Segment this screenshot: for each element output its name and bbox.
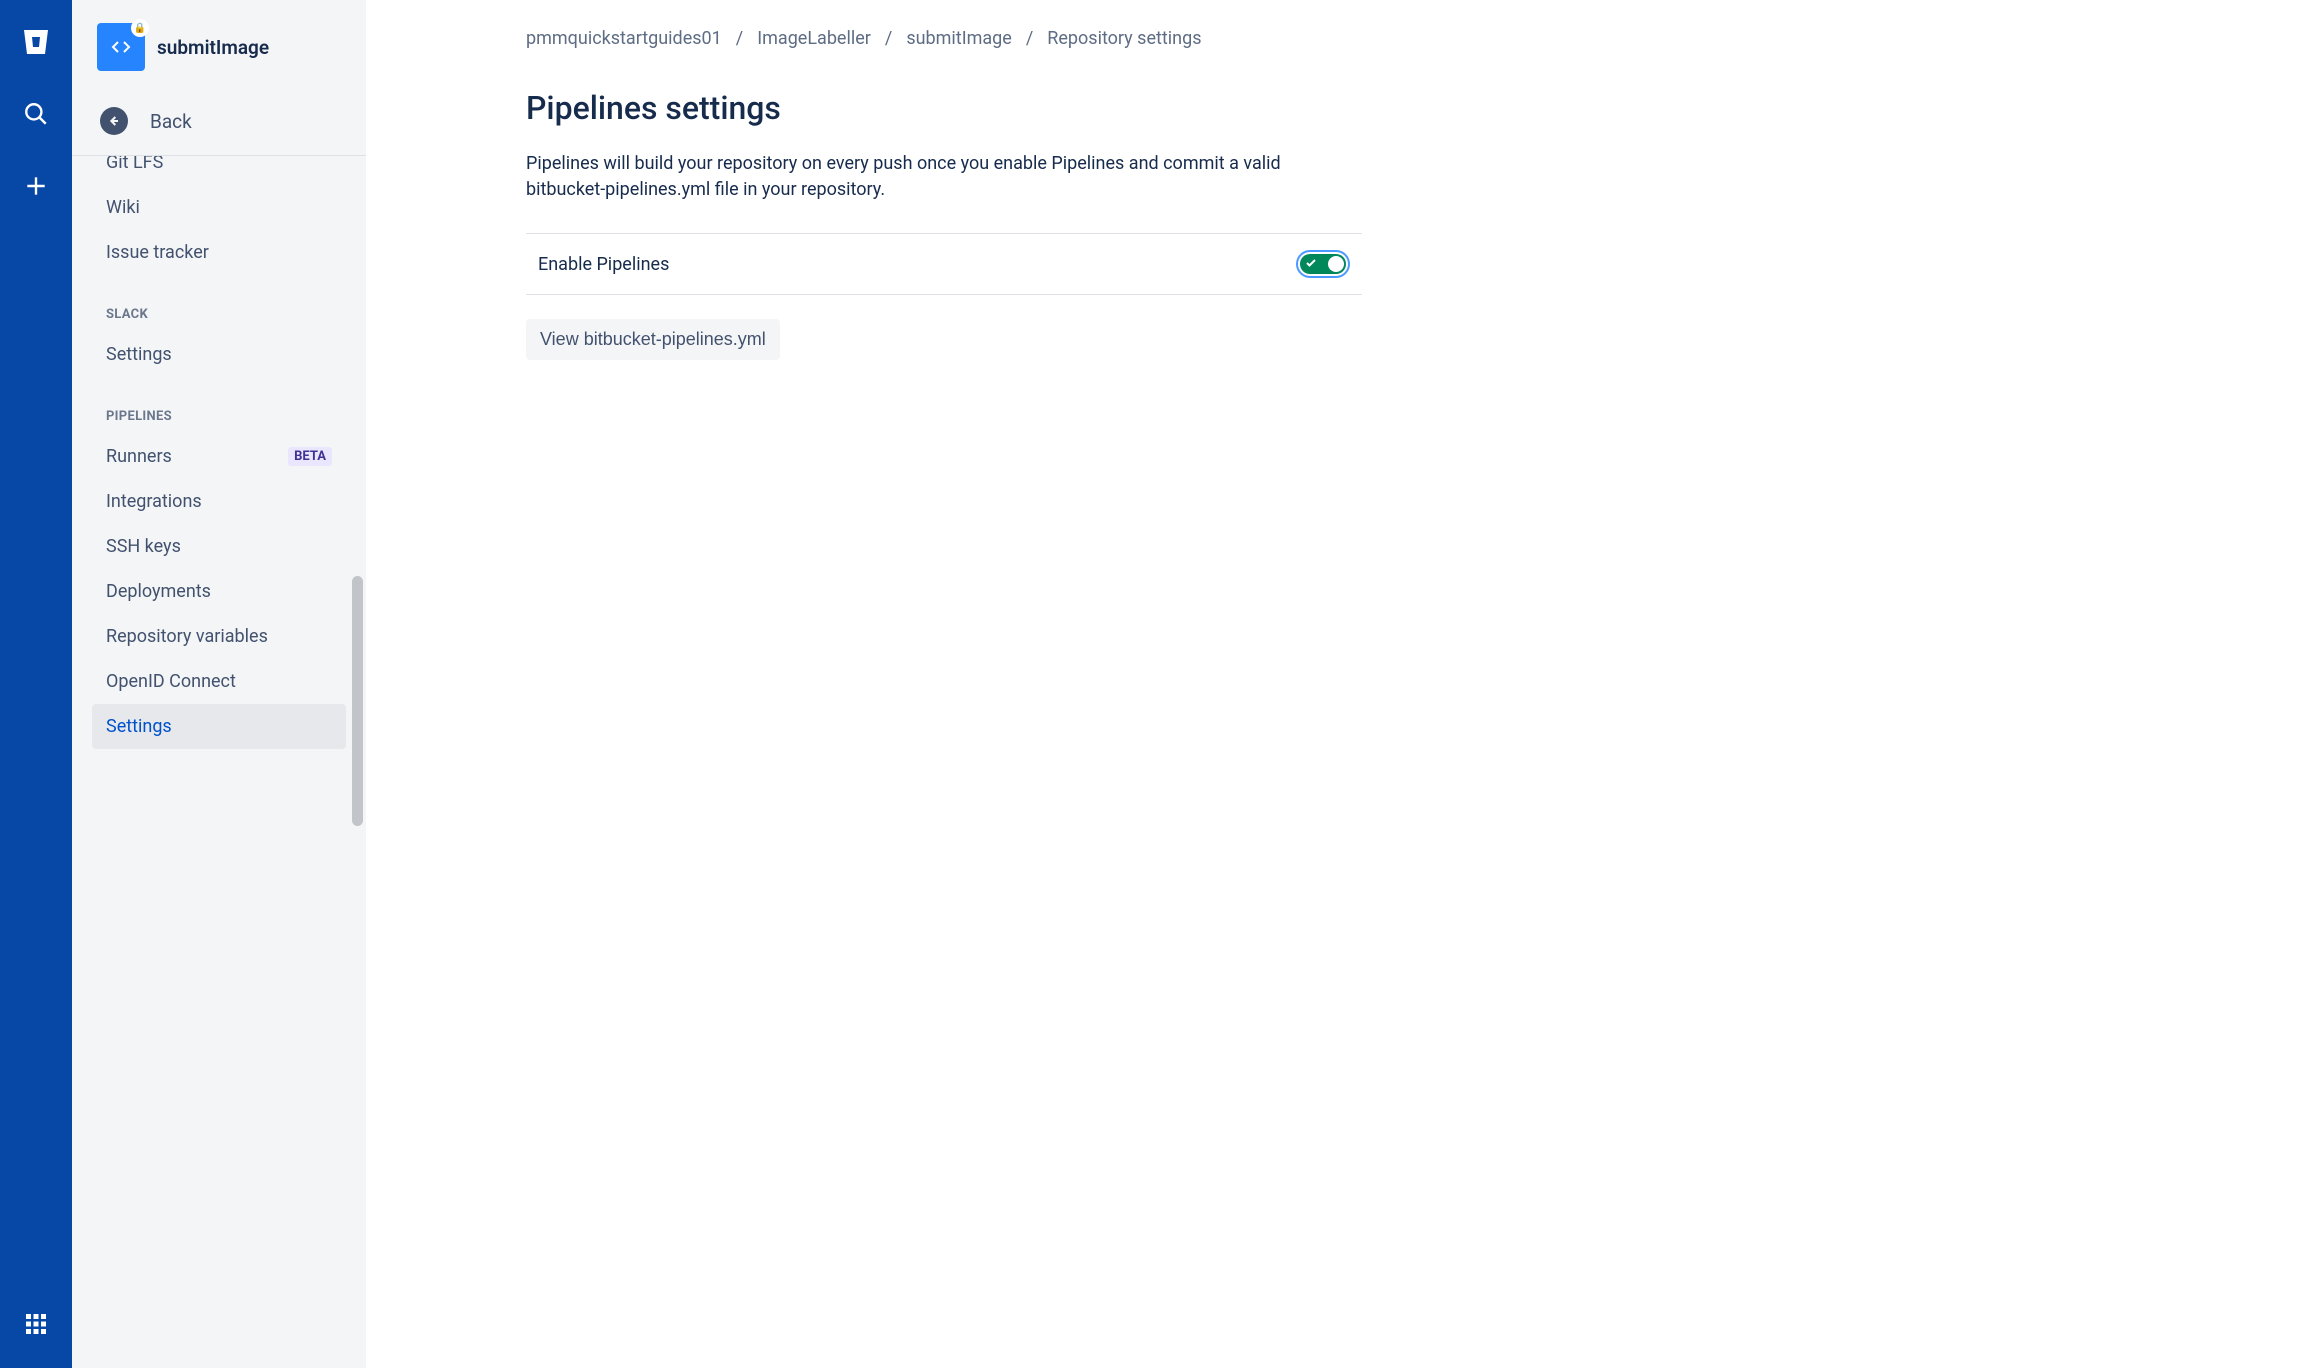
scrollbar-thumb[interactable] <box>352 576 363 826</box>
sidebar-item-label: OpenID Connect <box>106 671 236 692</box>
sidebar-item-repository-variables[interactable]: Repository variables <box>92 614 346 659</box>
breadcrumb-current[interactable]: Repository settings <box>1047 28 1201 49</box>
sidebar-header: 🔒 submitImage <box>72 0 366 91</box>
breadcrumb-repo[interactable]: submitImage <box>906 28 1012 49</box>
sidebar-item-label: Runners <box>106 446 172 467</box>
sidebar-item-openid-connect[interactable]: OpenID Connect <box>92 659 346 704</box>
repo-icon: 🔒 <box>97 23 145 71</box>
sidebar-item-label: Wiki <box>106 197 140 218</box>
sidebar-item-wiki[interactable]: Wiki <box>92 185 346 230</box>
page-description: Pipelines will build your repository on … <box>526 151 1356 203</box>
sidebar-item-pipelines-settings[interactable]: Settings <box>92 704 346 749</box>
sidebar-item-label: Issue tracker <box>106 242 209 263</box>
enable-pipelines-label: Enable Pipelines <box>538 254 669 275</box>
breadcrumb: pmmquickstartguides01 / ImageLabeller / … <box>526 28 2242 49</box>
plus-icon[interactable] <box>16 166 56 206</box>
breadcrumb-separator: / <box>736 28 743 49</box>
view-pipelines-yml-button[interactable]: View bitbucket-pipelines.yml <box>526 319 780 360</box>
breadcrumb-separator: / <box>885 28 892 49</box>
sidebar-item-label: Repository variables <box>106 626 268 647</box>
sidebar-item-label: Settings <box>106 716 172 737</box>
enable-pipelines-toggle[interactable] <box>1296 250 1350 278</box>
repo-name: submitImage <box>157 36 269 59</box>
sidebar: 🔒 submitImage Back Git LFS Wiki Issue tr… <box>72 0 366 1368</box>
page-title: Pipelines settings <box>526 89 2242 127</box>
sidebar-item-label: SSH keys <box>106 536 181 557</box>
section-header-slack: SLACK <box>92 275 346 332</box>
breadcrumb-separator: / <box>1026 28 1033 49</box>
sidebar-item-git-lfs[interactable]: Git LFS <box>92 156 346 185</box>
sidebar-item-label: Deployments <box>106 581 211 602</box>
global-nav <box>0 0 72 1368</box>
sidebar-item-label: Git LFS <box>106 156 163 173</box>
enable-pipelines-row: Enable Pipelines <box>526 233 1362 295</box>
back-label: Back <box>150 110 192 133</box>
sidebar-item-runners[interactable]: Runners BETA <box>92 434 346 479</box>
bitbucket-logo-icon[interactable] <box>16 22 56 62</box>
back-button[interactable]: Back <box>72 91 366 156</box>
sidebar-item-integrations[interactable]: Integrations <box>92 479 346 524</box>
sidebar-item-issue-tracker[interactable]: Issue tracker <box>92 230 346 275</box>
sidebar-item-label: Settings <box>106 344 172 365</box>
search-icon[interactable] <box>16 94 56 134</box>
sidebar-scroll: Git LFS Wiki Issue tracker SLACK Setting… <box>72 156 366 1368</box>
back-arrow-icon <box>100 107 128 135</box>
section-header-pipelines: PIPELINES <box>92 377 346 434</box>
apps-icon[interactable] <box>16 1304 56 1344</box>
breadcrumb-workspace[interactable]: pmmquickstartguides01 <box>526 28 722 49</box>
breadcrumb-project[interactable]: ImageLabeller <box>757 28 871 49</box>
sidebar-item-ssh-keys[interactable]: SSH keys <box>92 524 346 569</box>
beta-badge: BETA <box>288 447 332 466</box>
sidebar-item-label: Integrations <box>106 491 202 512</box>
check-icon <box>1305 257 1317 272</box>
main-content: pmmquickstartguides01 / ImageLabeller / … <box>366 0 2302 1368</box>
sidebar-item-slack-settings[interactable]: Settings <box>92 332 346 377</box>
sidebar-item-deployments[interactable]: Deployments <box>92 569 346 614</box>
toggle-knob <box>1328 256 1344 272</box>
lock-icon: 🔒 <box>131 19 149 37</box>
